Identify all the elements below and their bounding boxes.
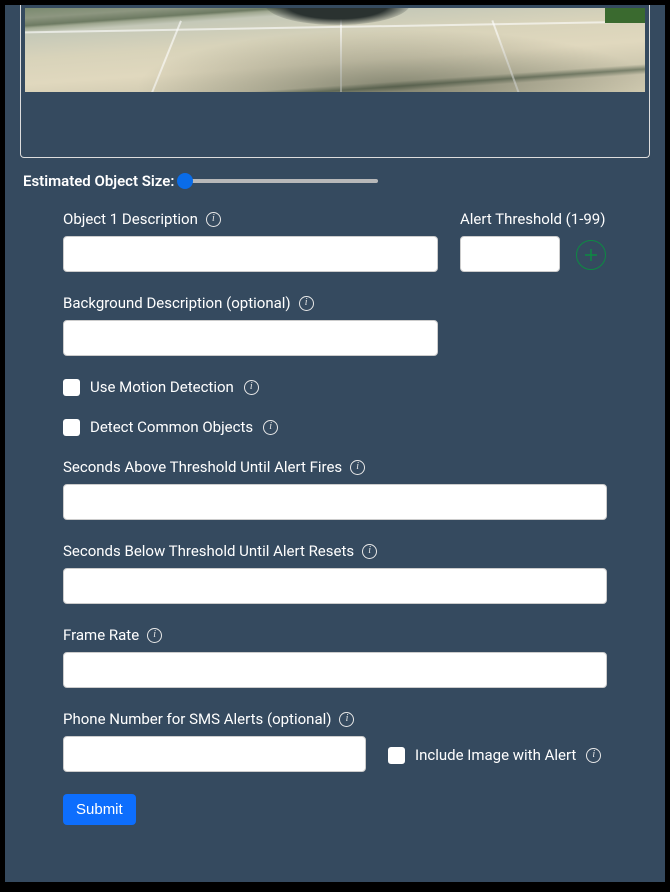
phone-label: Phone Number for SMS Alerts (optional) (63, 710, 331, 728)
slider-label: Estimated Object Size: (23, 172, 174, 190)
include-image-checkbox[interactable] (388, 747, 405, 764)
alert-reset-label: Seconds Below Threshold Until Alert Rese… (63, 542, 354, 560)
object-desc-input[interactable] (63, 236, 438, 272)
info-icon[interactable]: i (350, 460, 365, 475)
info-icon[interactable]: i (586, 748, 601, 763)
add-object-button[interactable] (576, 240, 606, 270)
camera-preview-frame (20, 5, 650, 158)
info-icon[interactable]: i (263, 420, 278, 435)
camera-preview-image (25, 8, 645, 92)
object-desc-label: Object 1 Description (63, 210, 198, 228)
alert-fire-input[interactable] (63, 484, 607, 520)
common-objects-checkbox[interactable] (63, 419, 80, 436)
background-desc-input[interactable] (63, 320, 438, 356)
include-image-label: Include Image with Alert (415, 746, 576, 764)
info-icon[interactable]: i (339, 712, 354, 727)
info-icon[interactable]: i (147, 628, 162, 643)
motion-detection-label: Use Motion Detection (90, 378, 234, 396)
info-icon[interactable]: i (244, 380, 259, 395)
info-icon[interactable]: i (299, 296, 314, 311)
frame-rate-label: Frame Rate (63, 626, 139, 644)
frame-rate-input[interactable] (63, 652, 607, 688)
alert-reset-input[interactable] (63, 568, 607, 604)
info-icon[interactable]: i (362, 544, 377, 559)
slider-thumb[interactable] (177, 173, 193, 189)
background-desc-label: Background Description (optional) (63, 294, 291, 312)
submit-button[interactable]: Submit (63, 794, 136, 825)
alert-fire-label: Seconds Above Threshold Until Alert Fire… (63, 458, 342, 476)
object-size-slider[interactable] (182, 179, 378, 183)
alert-threshold-label: Alert Threshold (1-99) (460, 210, 605, 228)
motion-detection-checkbox[interactable] (63, 379, 80, 396)
alert-threshold-input[interactable] (460, 236, 560, 272)
info-icon[interactable]: i (206, 212, 221, 227)
common-objects-label: Detect Common Objects (90, 418, 253, 436)
phone-input[interactable] (63, 736, 366, 772)
